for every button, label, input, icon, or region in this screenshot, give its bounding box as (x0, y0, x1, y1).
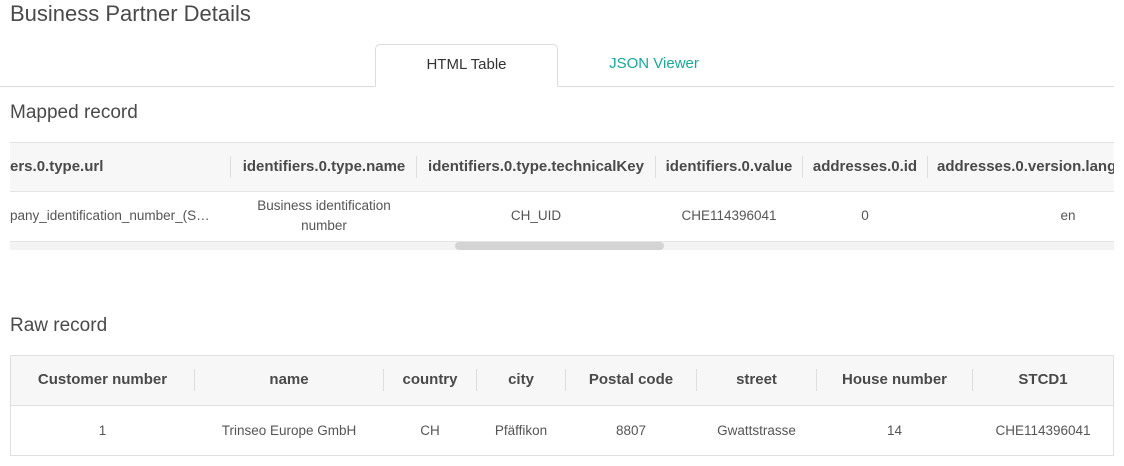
scrollbar-thumb[interactable] (455, 242, 664, 250)
table-row: 1 Trinseo Europe GmbH CH Pfäffikon 8807 … (11, 406, 1113, 455)
raw-cell-postal-code: 8807 (615, 423, 647, 438)
tab-json-viewer[interactable]: JSON Viewer (558, 44, 750, 86)
mapped-header-identifier-value[interactable]: identifiers.0.value (656, 143, 802, 191)
tab-html-table[interactable]: HTML Table (375, 44, 558, 87)
raw-record-table: Customer number name country city Postal… (10, 355, 1114, 456)
raw-table-header: Customer number name country city Postal… (11, 356, 1113, 406)
mapped-header-type-url[interactable]: ers.0.type.url (10, 143, 230, 191)
raw-cell-stcd1: CHE114396041 (995, 423, 1091, 438)
mapped-record-title: Mapped record (10, 102, 138, 123)
mapped-cell-identifier-value: CHE114396041 (681, 208, 777, 223)
raw-header-stcd1[interactable]: STCD1 (973, 356, 1113, 404)
raw-header-customer-number[interactable]: Customer number (11, 356, 194, 404)
mapped-cell-type-url: pany_identification_number_(Sw... (10, 208, 217, 223)
mapped-record-table: ers.0.type.url identifiers.0.type.name i… (10, 142, 1114, 252)
mapped-cell-type-name: Business identification number (257, 198, 391, 233)
mapped-cell-address-id: 0 (861, 208, 869, 223)
raw-record-title: Raw record (10, 315, 108, 336)
mapped-table-header: ers.0.type.url identifiers.0.type.name i… (10, 142, 1114, 192)
business-partner-details-page: Business Partner Details HTML Table JSON… (0, 0, 1124, 466)
raw-header-city[interactable]: city (477, 356, 565, 404)
page-title: Business Partner Details (10, 1, 251, 26)
raw-header-name[interactable]: name (195, 356, 383, 404)
mapped-header-address-id[interactable]: addresses.0.id (803, 143, 927, 191)
raw-cell-house-number: 14 (886, 423, 903, 438)
raw-cell-street: Gwattstrasse (717, 423, 796, 438)
raw-cell-name: Trinseo Europe GmbH (221, 423, 357, 438)
raw-header-house-number[interactable]: House number (817, 356, 972, 404)
mapped-header-version-lang[interactable]: addresses.0.version.lang (928, 143, 1114, 191)
horizontal-scrollbar[interactable] (10, 242, 1114, 250)
table-row: pany_identification_number_(Sw... Busine… (10, 192, 1114, 242)
mapped-header-type-name[interactable]: identifiers.0.type.name (231, 143, 417, 191)
mapped-header-technical-key[interactable]: identifiers.0.type.technicalKey (417, 143, 655, 191)
raw-header-country[interactable]: country (384, 356, 476, 404)
mapped-cell-technical-key: CH_UID (510, 208, 562, 223)
view-tabs: HTML Table JSON Viewer (0, 44, 1114, 87)
raw-cell-country: CH (420, 423, 440, 438)
mapped-cell-version-lang: en (1060, 208, 1076, 223)
raw-header-street[interactable]: street (697, 356, 816, 404)
raw-cell-customer-number: 1 (98, 423, 107, 438)
raw-cell-city: Pfäffikon (494, 423, 548, 438)
raw-header-postal-code[interactable]: Postal code (566, 356, 696, 404)
